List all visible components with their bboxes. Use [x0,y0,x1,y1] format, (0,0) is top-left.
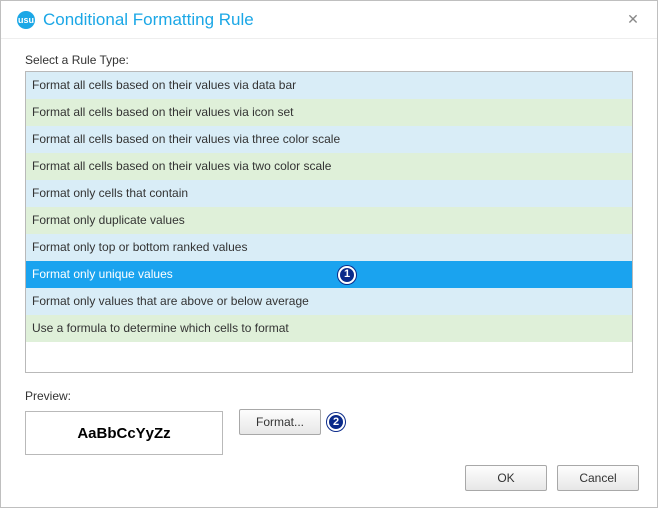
dialog-title: Conditional Formatting Rule [43,10,254,30]
rule-type-text: Format all cells based on their values v… [32,159,331,173]
preview-sample-box: AaBbCcYyZz [25,411,223,455]
rule-type-list[interactable]: Format all cells based on their values v… [25,71,633,373]
rule-type-item[interactable]: Format only cells that contain [26,180,632,207]
rule-type-item-selected[interactable]: Format only unique values 1 [26,261,632,288]
rule-type-text: Format only unique values [32,267,173,281]
ok-button[interactable]: OK [465,465,547,491]
rule-type-text: Format only cells that contain [32,186,188,200]
format-button[interactable]: Format... [239,409,321,435]
cancel-button[interactable]: Cancel [557,465,639,491]
rule-type-item[interactable]: Format all cells based on their values v… [26,72,632,99]
rule-type-text: Format only values that are above or bel… [32,294,309,308]
rule-type-item[interactable]: Format only values that are above or bel… [26,288,632,315]
app-icon: usu [17,11,35,29]
rule-type-item[interactable]: Format all cells based on their values v… [26,153,632,180]
dialog-footer: OK Cancel [1,455,657,507]
rule-type-text: Format only top or bottom ranked values [32,240,247,254]
rule-type-item[interactable]: Format all cells based on their values v… [26,126,632,153]
rule-type-text: Use a formula to determine which cells t… [32,321,289,335]
rule-type-text: Format only duplicate values [32,213,185,227]
callout-badge-1: 1 [338,266,356,284]
dialog-body: Select a Rule Type: Format all cells bas… [1,39,657,455]
rule-type-item[interactable]: Format only duplicate values [26,207,632,234]
close-button[interactable]: ✕ [621,8,645,32]
rule-type-text: Format all cells based on their values v… [32,105,293,119]
titlebar: usu Conditional Formatting Rule ✕ [1,1,657,39]
rule-type-text: Format all cells based on their values v… [32,132,340,146]
rule-type-item[interactable]: Use a formula to determine which cells t… [26,315,632,342]
preview-label: Preview: [25,389,223,403]
rule-type-item[interactable]: Format all cells based on their values v… [26,99,632,126]
preview-row: Preview: AaBbCcYyZz Format... 2 [25,389,633,455]
conditional-formatting-dialog: usu Conditional Formatting Rule ✕ Select… [0,0,658,508]
rule-type-label: Select a Rule Type: [25,53,633,67]
callout-badge-2: 2 [327,413,345,431]
rule-type-text: Format all cells based on their values v… [32,78,296,92]
rule-type-item[interactable]: Format only top or bottom ranked values [26,234,632,261]
